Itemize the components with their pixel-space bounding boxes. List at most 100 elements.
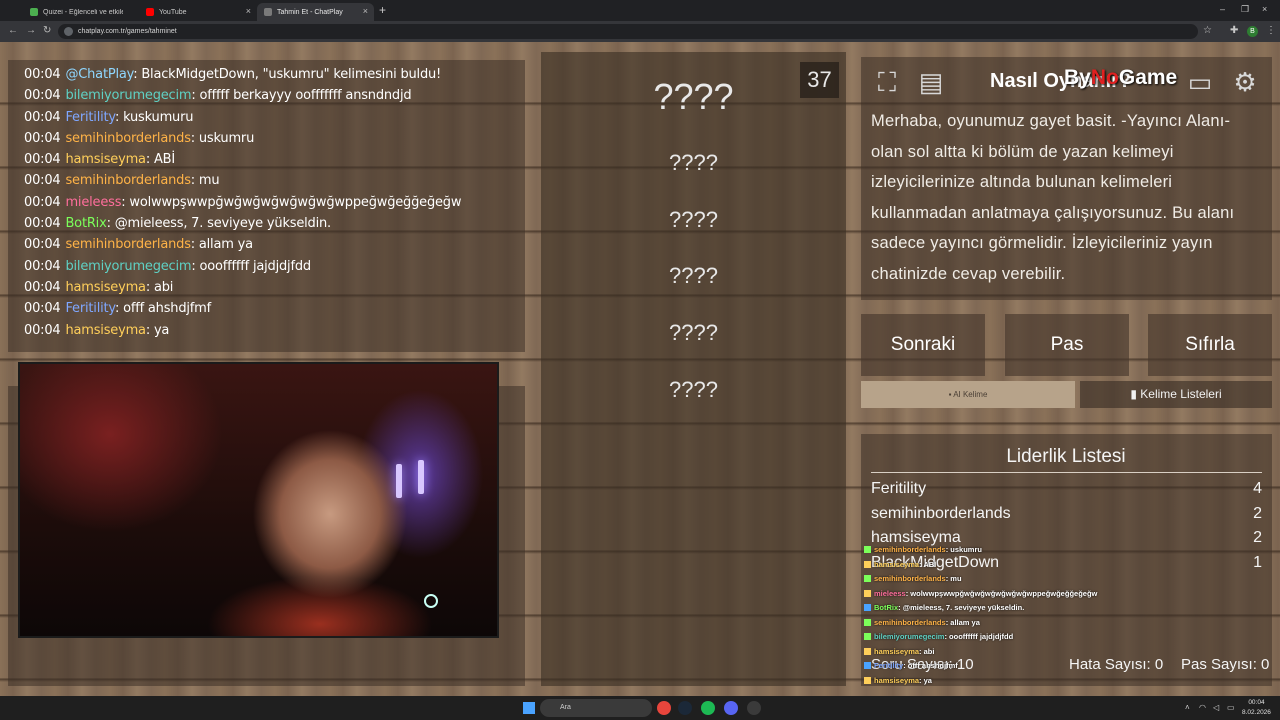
brand-mid: No	[1090, 66, 1119, 89]
tab-label: Tahmin Et - ChatPlay	[277, 8, 343, 16]
leaderboard-divider	[871, 472, 1262, 473]
word-lists-label: Kelime Listeleri	[1140, 387, 1222, 401]
tab-label: YouTube	[159, 8, 187, 16]
chat-username[interactable]: semihinborderlands	[65, 173, 190, 188]
chat-message: 00:04 bilemiyorumegecim: oooffffff jajdjd…	[24, 256, 525, 277]
overlay-username: semihinborderlands	[874, 617, 946, 627]
ring-light-icon	[424, 594, 438, 608]
overlay-username: Feritility	[874, 661, 904, 670]
chat-username[interactable]: bilemiyorumegecim	[65, 259, 191, 274]
chat-username[interactable]: semihinborderlands	[65, 131, 190, 146]
reload-icon[interactable]: ↻	[43, 25, 51, 36]
chat-username[interactable]: bilemiyorumegecim	[65, 88, 191, 103]
speaker-icon[interactable]: ◁	[1213, 703, 1219, 712]
back-arrow-icon[interactable]: ←	[8, 25, 18, 36]
chat-username[interactable]: hamsiseyma	[65, 152, 146, 167]
close-tab-icon[interactable]: ×	[363, 6, 368, 16]
overlay-username: semihinborderlands	[874, 545, 946, 554]
chat-username[interactable]: Feritility	[65, 110, 115, 125]
brand-suffix: Game	[1118, 66, 1178, 89]
chat-message: 00:04 @ChatPlay: BlackMidgetDown, "uskumr…	[24, 64, 525, 85]
tab-chatplay[interactable]: Tahmin Et - ChatPlay ×	[257, 3, 374, 21]
forbidden-word-1: ????	[669, 150, 718, 175]
windows-start-icon[interactable]	[523, 702, 535, 714]
wifi-icon[interactable]: ◠	[1199, 703, 1206, 712]
chat-username[interactable]: hamsiseyma	[65, 280, 146, 295]
close-window-icon[interactable]: ×	[1262, 4, 1267, 14]
chat-time: 00:04	[24, 237, 61, 253]
chat-message: 00:04 hamsiseyma: abi	[24, 277, 525, 298]
chat-message: 00:04 hamsiseyma: ABİ	[24, 149, 525, 170]
new-tab-button[interactable]: +	[379, 3, 386, 17]
chat-text: : kuskumuru	[114, 109, 194, 125]
overlay-chat-message: hamsiseyma: ABİ	[864, 560, 936, 569]
chat-message: 00:04 semihinborderlands: uskumru	[24, 128, 525, 149]
overlay-username: semihinborderlands	[874, 574, 946, 583]
taskbar-search[interactable]: Ara	[540, 699, 652, 717]
chat-text: : @mieleess, 7. seviyeye yükseldin.	[106, 216, 332, 232]
overlay-username: hamsiseyma	[874, 559, 920, 569]
ai-word-label: AI Kelime	[953, 390, 988, 399]
next-button[interactable]: Sonraki	[861, 314, 985, 376]
user-badge-icon	[864, 546, 871, 553]
forward-arrow-icon[interactable]: →	[26, 25, 36, 36]
menu-kebab-icon[interactable]: ⋮	[1266, 25, 1276, 36]
overlay-text: : allam ya	[945, 617, 980, 627]
tab-youtube[interactable]: YouTube ×	[139, 3, 257, 21]
forbidden-word-2: ????	[669, 207, 718, 232]
chat-message: 00:04 bilemiyorumegecim: offfff berkayyy …	[24, 85, 525, 106]
reset-button[interactable]: Sıfırla	[1148, 314, 1272, 376]
chat-username[interactable]: semihinborderlands	[65, 237, 190, 252]
gear-icon[interactable]: ⚙	[1227, 64, 1263, 100]
chat-username[interactable]: Feritility	[65, 301, 115, 316]
battery-icon[interactable]: ▭	[1227, 703, 1235, 712]
discord-icon[interactable]	[724, 701, 738, 715]
bookmark-star-icon[interactable]: ☆	[1203, 25, 1212, 36]
window-icon[interactable]: ▭	[1182, 64, 1218, 100]
chat-message: 00:04 Feritility: offf ahshdjfmf	[24, 298, 525, 319]
tray-chevron-icon[interactable]: ˄	[1185, 703, 1190, 712]
chat-username[interactable]: @ChatPlay	[65, 67, 133, 82]
overlay-text: : wolwwpşwwpğwğwğwğwğwğwğwppeğwğeğğeğeğw	[905, 588, 1098, 598]
chat-username[interactable]: BotRix	[65, 216, 106, 231]
profile-avatar[interactable]: B	[1247, 26, 1258, 37]
overlay-chat-message: BotRix: @mieleess, 7. seviyeye yükseldin…	[864, 603, 1024, 612]
chat-text: : allam ya	[190, 237, 253, 253]
error-count: Hata Sayısı: 0	[1069, 656, 1164, 673]
app-icon[interactable]	[747, 701, 761, 715]
site-info-icon[interactable]	[64, 27, 73, 36]
led-light-icon	[396, 464, 402, 498]
list-icon: ▮	[1130, 387, 1141, 401]
system-clock[interactable]: 00:04 8.02.2026	[1242, 698, 1271, 718]
minimize-icon[interactable]: –	[1220, 4, 1225, 14]
leaderboard-row: Feritility 4	[871, 480, 1262, 498]
overlay-username: hamsiseyma	[874, 675, 920, 685]
user-badge-icon	[864, 575, 871, 582]
ai-word-button[interactable]: ▪ AI Kelime	[861, 381, 1075, 408]
chat-username[interactable]: hamsiseyma	[65, 323, 146, 338]
overlay-username: mieleess	[874, 588, 906, 598]
pass-count: Pas Sayısı: 0	[1181, 656, 1270, 673]
maximize-icon[interactable]: ❐	[1241, 4, 1249, 15]
address-bar[interactable]: chatplay.com.tr/games/tahminet	[58, 24, 1198, 39]
pass-button[interactable]: Pas	[1005, 314, 1129, 376]
spotify-icon[interactable]	[701, 701, 715, 715]
fullscreen-icon[interactable]: ⛶	[869, 64, 905, 100]
chat-username[interactable]: mieleess	[65, 195, 121, 210]
player-name: Feritility	[871, 480, 927, 497]
chatplay-favicon-icon	[264, 8, 272, 16]
chrome-icon[interactable]	[657, 701, 671, 715]
bynogame-logo: ByNoGame	[1064, 66, 1177, 90]
user-badge-icon	[864, 647, 871, 655]
extensions-icon[interactable]: ✚	[1230, 25, 1238, 36]
chat-text: : wolwwpşwwpğwğwğwğwğwğwğwppeğwğeğğeğeğw	[121, 194, 462, 210]
chat-time: 00:04	[24, 194, 61, 210]
user-badge-icon	[864, 604, 871, 611]
document-icon[interactable]: ▤	[913, 64, 949, 100]
tab-quizei[interactable]: Quizei - Eğlenceli ve etkileşimli	[23, 3, 141, 21]
leaderboard-row: semihinborderlands 2	[871, 505, 1262, 523]
word-lists-button[interactable]: ▮ Kelime Listeleri	[1080, 381, 1272, 408]
overlay-text: : ABİ	[919, 559, 937, 569]
steam-icon[interactable]	[678, 701, 692, 715]
close-tab-icon[interactable]: ×	[246, 6, 251, 16]
